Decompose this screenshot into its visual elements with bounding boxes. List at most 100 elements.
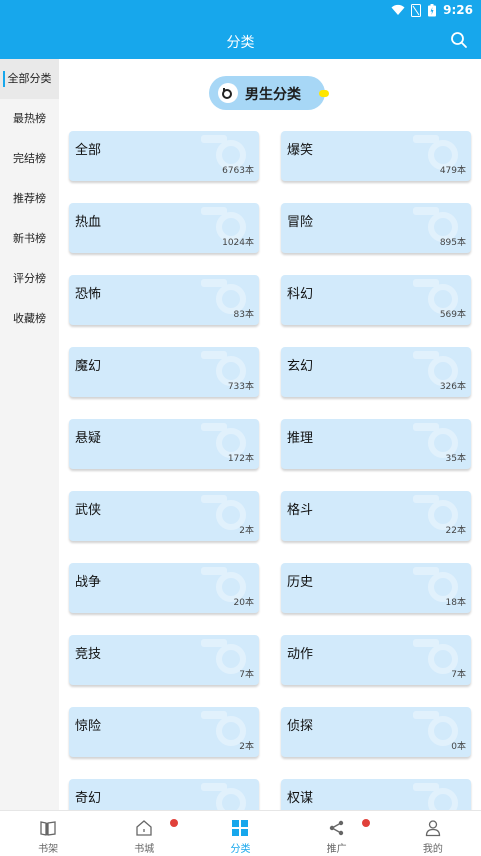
category-name: 魔幻 <box>75 359 102 374</box>
category-name: 竞技 <box>75 647 102 662</box>
category-card[interactable]: 魔幻 733本 <box>69 347 259 397</box>
sidebar-item-label: 完结榜 <box>13 152 46 165</box>
sidebar-item-label: 评分榜 <box>13 272 46 285</box>
nav-item-profile[interactable]: 我的 <box>385 811 481 856</box>
category-card[interactable]: 玄幻 326本 <box>281 347 471 397</box>
category-name: 爆笑 <box>287 143 314 158</box>
sidebar-item-label: 新书榜 <box>13 232 46 245</box>
category-card[interactable]: 竞技 7本 <box>69 635 259 685</box>
nav-label: 推广 <box>326 844 347 855</box>
profile-icon <box>425 820 440 837</box>
nav-label: 我的 <box>422 844 443 855</box>
sidebar-item-hottest[interactable]: 最热榜 <box>0 99 59 139</box>
category-count: 22本 <box>445 526 466 536</box>
category-name: 惊险 <box>75 719 102 734</box>
category-name: 玄幻 <box>287 359 314 374</box>
category-name: 武侠 <box>75 503 102 518</box>
decorative-dot <box>319 90 329 97</box>
nav-label: 分类 <box>230 844 251 855</box>
category-card[interactable]: 推理 35本 <box>281 419 471 469</box>
category-name: 全部 <box>75 143 102 158</box>
battery-icon <box>428 3 437 16</box>
nav-label: 书架 <box>38 844 59 855</box>
category-name: 冒险 <box>287 215 314 230</box>
category-name: 热血 <box>75 215 102 230</box>
search-icon[interactable] <box>449 30 469 50</box>
category-card[interactable]: 爆笑 479本 <box>281 131 471 181</box>
bottom-nav: 书架 书城 分类 推广 我的 <box>0 810 481 856</box>
gender-badge <box>218 83 238 103</box>
category-name: 历史 <box>287 575 314 590</box>
category-count: 479本 <box>439 166 466 176</box>
category-name: 动作 <box>287 647 314 662</box>
home-icon <box>136 820 152 836</box>
category-count: 35本 <box>445 454 466 464</box>
category-name: 推理 <box>287 431 314 446</box>
category-card[interactable]: 格斗 22本 <box>281 491 471 541</box>
sidebar-item-label: 收藏榜 <box>13 312 46 325</box>
category-grid-icon <box>232 820 249 836</box>
app-bar: 分类 <box>0 22 481 59</box>
category-card[interactable]: 全部 6763本 <box>69 131 259 181</box>
category-count: 7本 <box>451 670 466 680</box>
sidebar-item-label: 全部分类 <box>7 72 52 85</box>
nav-item-bookstore[interactable]: 书城 <box>96 811 192 856</box>
category-card[interactable]: 战争 20本 <box>69 563 259 613</box>
notification-badge <box>169 819 178 827</box>
nav-item-category[interactable]: 分类 <box>192 811 288 856</box>
category-count: 1024本 <box>222 238 254 248</box>
category-name: 权谋 <box>287 791 314 806</box>
category-name: 奇幻 <box>75 791 102 806</box>
category-name: 侦探 <box>287 719 314 734</box>
ranking-sidebar: 全部分类 最热榜 完结榜 推荐榜 新书榜 评分榜 收藏榜 <box>0 59 59 810</box>
category-card[interactable]: 历史 18本 <box>281 563 471 613</box>
category-count: 733本 <box>227 382 254 392</box>
category-count: 895本 <box>439 238 466 248</box>
category-name: 悬疑 <box>75 431 102 446</box>
category-count: 2本 <box>239 526 254 536</box>
sidebar-item-completed[interactable]: 完结榜 <box>0 139 59 179</box>
sidebar-item-rating[interactable]: 评分榜 <box>0 259 59 299</box>
category-count: 6763本 <box>222 166 254 176</box>
male-category-header: 男生分类 <box>209 76 329 110</box>
category-count: 569本 <box>439 310 466 320</box>
category-card[interactable]: 科幻 569本 <box>281 275 471 325</box>
category-count: 7本 <box>239 670 254 680</box>
category-card[interactable]: 侦探 0本 <box>281 707 471 757</box>
sim-icon <box>411 3 422 17</box>
section-title: 男生分类 <box>245 87 301 103</box>
nav-item-bookshelf[interactable]: 书架 <box>0 811 96 856</box>
wifi-icon <box>391 4 405 15</box>
status-icons: 9:26 <box>391 3 473 17</box>
bookshelf-icon <box>40 821 56 836</box>
category-name: 战争 <box>75 575 102 590</box>
category-name: 科幻 <box>287 287 314 302</box>
category-count: 20本 <box>233 598 254 608</box>
sidebar-item-label: 推荐榜 <box>13 192 46 205</box>
nav-label: 书城 <box>134 844 155 855</box>
category-card[interactable]: 冒险 895本 <box>281 203 471 253</box>
share-icon <box>329 820 343 836</box>
category-grid: 全部 6763本 爆笑 479本 热血 1024本 冒险 895本 恐怖 83本 科幻 56… <box>69 131 471 829</box>
sidebar-item-favorites[interactable]: 收藏榜 <box>0 299 59 339</box>
category-name: 格斗 <box>287 503 314 518</box>
category-count: 83本 <box>233 310 254 320</box>
category-card[interactable]: 热血 1024本 <box>69 203 259 253</box>
sidebar-item-label: 最热榜 <box>13 112 46 125</box>
category-count: 18本 <box>445 598 466 608</box>
nav-item-promotion[interactable]: 推广 <box>289 811 385 856</box>
sidebar-item-new-books[interactable]: 新书榜 <box>0 219 59 259</box>
male-symbol-icon <box>222 88 232 99</box>
status-time: 9:26 <box>443 3 473 17</box>
page-title: 分类 <box>226 35 255 51</box>
category-count: 326本 <box>439 382 466 392</box>
category-count: 172本 <box>227 454 254 464</box>
category-card[interactable]: 恐怖 83本 <box>69 275 259 325</box>
sidebar-item-all-categories[interactable]: 全部分类 <box>0 59 59 99</box>
category-card[interactable]: 动作 7本 <box>281 635 471 685</box>
sidebar-item-recommended[interactable]: 推荐榜 <box>0 179 59 219</box>
category-card[interactable]: 惊险 2本 <box>69 707 259 757</box>
category-card[interactable]: 武侠 2本 <box>69 491 259 541</box>
category-count: 0本 <box>451 742 466 752</box>
category-card[interactable]: 悬疑 172本 <box>69 419 259 469</box>
